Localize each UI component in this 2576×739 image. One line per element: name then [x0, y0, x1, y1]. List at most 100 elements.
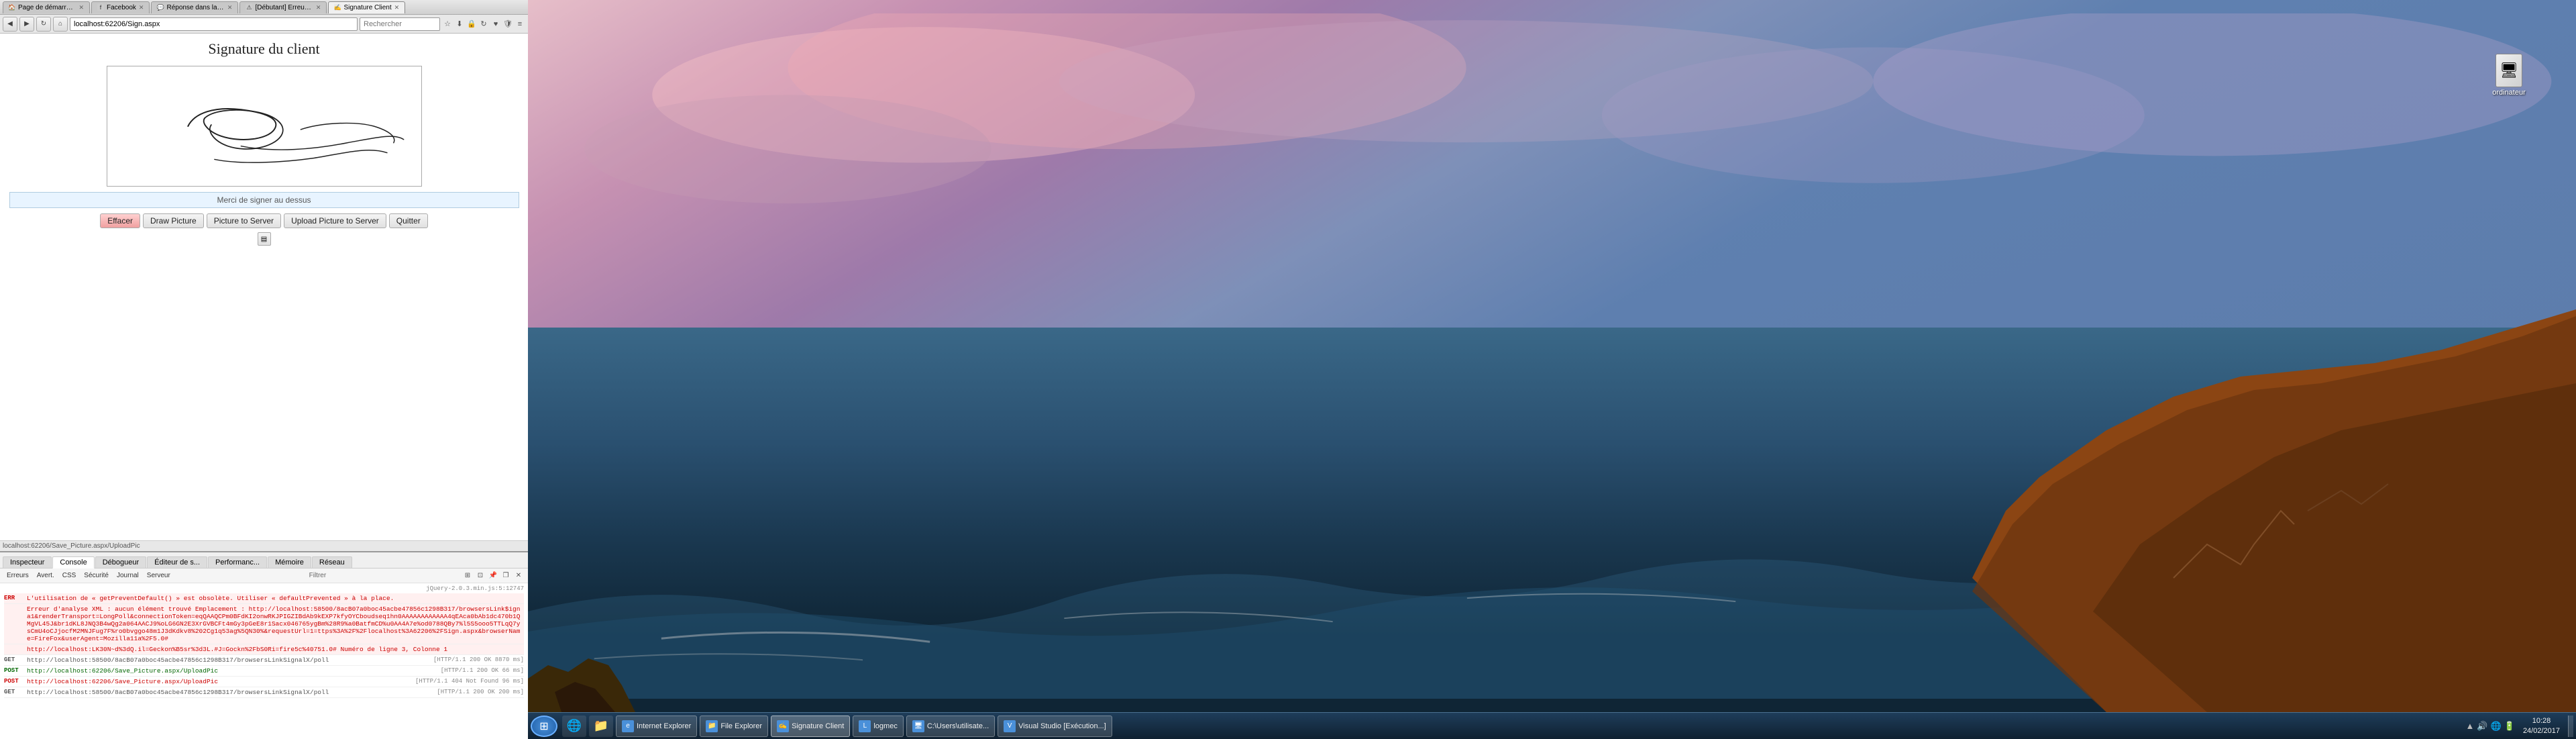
tab-label-3: [Débutant] Erreur de comp... [255, 4, 313, 11]
start-button[interactable]: ⊞ [531, 716, 557, 737]
small-btn-1[interactable]: ▤ [258, 232, 271, 246]
taskbar-app-label-2: Signature Client [792, 722, 844, 730]
console-status-5: [HTTP/1.1 404 Not Found 96 ms] [415, 678, 524, 685]
devtools-tab-0[interactable]: Inspecteur [3, 556, 52, 568]
devtools-tab-5[interactable]: Mémoire [268, 556, 311, 568]
taskbar-app-icon-5: V [1004, 720, 1016, 732]
devtools-toolbar-icon-0[interactable]: ⊞ [462, 571, 473, 581]
download-icon[interactable]: ⬇ [454, 19, 465, 30]
tab-close-0[interactable]: ✕ [78, 4, 84, 11]
devtools-tab-6[interactable]: Réseau [312, 556, 352, 568]
tray-icon-volume[interactable]: 🔊 [2477, 721, 2487, 732]
console-row-5: POSThttp://localhost:62206/Save_Picture.… [4, 677, 524, 687]
forward-button[interactable]: ▶ [19, 17, 34, 32]
taskbar-app-0[interactable]: eInternet Explorer [616, 716, 697, 737]
taskbar-app-3[interactable]: Llogmec [853, 716, 903, 737]
browser-tab-4[interactable]: ✍Signature Client✕ [328, 1, 405, 13]
tab-close-3[interactable]: ✕ [316, 4, 321, 11]
taskbar-app-2[interactable]: ✍Signature Client [771, 716, 850, 737]
browser-tab-1[interactable]: fFacebook✕ [91, 1, 150, 13]
desktop-icon-ordinateur[interactable]: 🖥 ordinateur [2482, 54, 2536, 97]
devtools-toolbar-item-1[interactable]: Avert. [34, 571, 57, 580]
tab-close-1[interactable]: ✕ [139, 4, 144, 11]
taskbar-app-4[interactable]: 🖥C:\Users\utilisate... [906, 716, 995, 737]
tray-icon-battery[interactable]: 🔋 [2504, 721, 2515, 732]
taskbar-pin-icon-1: 📁 [594, 719, 608, 733]
devtools-toolbar-item-3[interactable]: Sécurité [81, 571, 111, 580]
heart-icon[interactable]: ♥ [490, 19, 501, 30]
back-button[interactable]: ◀ [3, 17, 17, 32]
browser-tab-0[interactable]: 🏠Page de démarrage de M...✕ [3, 1, 90, 13]
page-content: Signature du client Merci de signer au d… [0, 34, 528, 540]
tab-label-2: Réponse dans la discussion... [166, 4, 224, 11]
browser-tab-3[interactable]: ⚠[Débutant] Erreur de comp...✕ [239, 1, 327, 13]
refresh-nav-icon[interactable]: ↻ [478, 19, 489, 30]
lock-icon[interactable]: 🔒 [466, 19, 477, 30]
devtools-toolbar-item-4[interactable]: Journal [114, 571, 142, 580]
console-type-4: POST [4, 667, 24, 674]
desktop-icon-image: 🖥 [2496, 54, 2522, 87]
devtools-toolbar-icons: ⊞⊡📌❐✕ [462, 571, 524, 581]
page-title: Signature du client [208, 40, 319, 58]
page-btn-3[interactable]: Upload Picture to Server [284, 213, 386, 228]
devtools-toolbar-item-0[interactable]: Erreurs [4, 571, 32, 580]
console-msg-0: L'utilisation de « getPreventDefault() »… [27, 595, 524, 602]
signature-canvas[interactable] [107, 66, 422, 187]
taskbar-app-icon-0: e [622, 720, 634, 732]
shield-icon[interactable]: 🛡 [502, 19, 513, 30]
desktop-icon-label: ordinateur [2492, 89, 2526, 97]
taskbar-app-icon-2: ✍ [777, 720, 789, 732]
nav-bar: ◀ ▶ ↻ ⌂ ☆ ⬇ 🔒 ↻ ♥ 🛡 ≡ [0, 15, 528, 34]
tab-label-0: Page de démarrage de M... [18, 4, 76, 11]
devtools-toolbar: ErreursAvert.CSSSécuritéJournalServeur Fi… [0, 569, 528, 583]
tab-close-4[interactable]: ✕ [394, 4, 400, 11]
devtools-filter[interactable]: Filtrer [305, 571, 331, 580]
taskbar-app-icon-1: 📁 [706, 720, 718, 732]
page-btn-4[interactable]: Quitter [389, 213, 428, 228]
devtools-toolbar-icon-3[interactable]: ❐ [500, 571, 511, 581]
jquery-version: jQuery-2.0.3.min.js:5:12747 [4, 585, 524, 592]
devtools-toolbar-icon-4[interactable]: ✕ [513, 571, 524, 581]
console-row-0: ERRL'utilisation de « getPreventDefault(… [4, 593, 524, 604]
address-bar[interactable] [70, 17, 358, 31]
devtools-tab-4[interactable]: Performanc... [208, 556, 267, 568]
taskbar-app-icon-3: L [859, 720, 871, 732]
tab-label-4: Signature Client [343, 4, 391, 11]
taskbar-app-1[interactable]: 📁File Explorer [700, 716, 768, 737]
start-icon: ⊞ [539, 720, 548, 733]
page-btn-0[interactable]: Effacer [100, 213, 140, 228]
tray-icon-expand[interactable]: ▲ [2466, 721, 2475, 731]
taskbar-pin-1[interactable]: 📁 [589, 716, 613, 737]
devtools-tab-2[interactable]: Débogueur [95, 556, 146, 568]
devtools-toolbar-item-2[interactable]: CSS [60, 571, 79, 580]
tray-icon-network[interactable]: 🌐 [2491, 721, 2502, 732]
show-desktop-button[interactable] [2568, 716, 2573, 737]
home-button[interactable]: ⌂ [53, 17, 68, 32]
refresh-button[interactable]: ↻ [36, 17, 51, 32]
devtools-toolbar-icon-1[interactable]: ⊡ [475, 571, 486, 581]
tab-close-2[interactable]: ✕ [227, 4, 233, 11]
taskbar-app-label-4: C:\Users\utilisate... [927, 722, 989, 730]
console-msg-4: http://localhost:62206/Save_Picture.aspx… [27, 667, 435, 675]
console-msg-6: http://localhost:58500/8acB07a0boc45acbe… [27, 689, 431, 696]
taskbar-pin-0[interactable]: 🌐 [562, 716, 586, 737]
browser-tab-2[interactable]: 💬Réponse dans la discussion...✕ [151, 1, 238, 13]
menu-icon[interactable]: ≡ [515, 19, 525, 30]
console-msg-3: http://localhost:58500/8acB07a0boc45acbe… [27, 656, 428, 664]
devtools-toolbar-icon-2[interactable]: 📌 [488, 571, 498, 581]
devtools-toolbar-item-5[interactable]: Serveur [144, 571, 173, 580]
console-row-4: POSThttp://localhost:62206/Save_Picture.… [4, 666, 524, 677]
taskbar-app-label-5: Visual Studio [Exécution...] [1018, 722, 1106, 730]
taskbar-clock[interactable]: 10:28 24/02/2017 [2519, 716, 2564, 736]
search-input[interactable] [360, 17, 440, 31]
page-btn-1[interactable]: Draw Picture [143, 213, 204, 228]
star-icon[interactable]: ☆ [442, 19, 453, 30]
devtools-tab-1[interactable]: Console [52, 556, 94, 569]
console-row-6: GEThttp://localhost:58500/8acB07a0boc45a… [4, 687, 524, 698]
taskbar-app-5[interactable]: VVisual Studio [Exécution...] [998, 716, 1112, 737]
action-buttons: EffacerDraw PicturePicture to ServerUplo… [100, 213, 428, 228]
devtools-tab-3[interactable]: Éditeur de s... [147, 556, 207, 568]
status-url: localhost:62206/Save_Picture.aspx/Upload… [3, 542, 140, 550]
page-btn-2[interactable]: Picture to Server [207, 213, 281, 228]
taskbar-right: ▲ 🔊 🌐 🔋 10:28 24/02/2017 [2466, 716, 2574, 737]
